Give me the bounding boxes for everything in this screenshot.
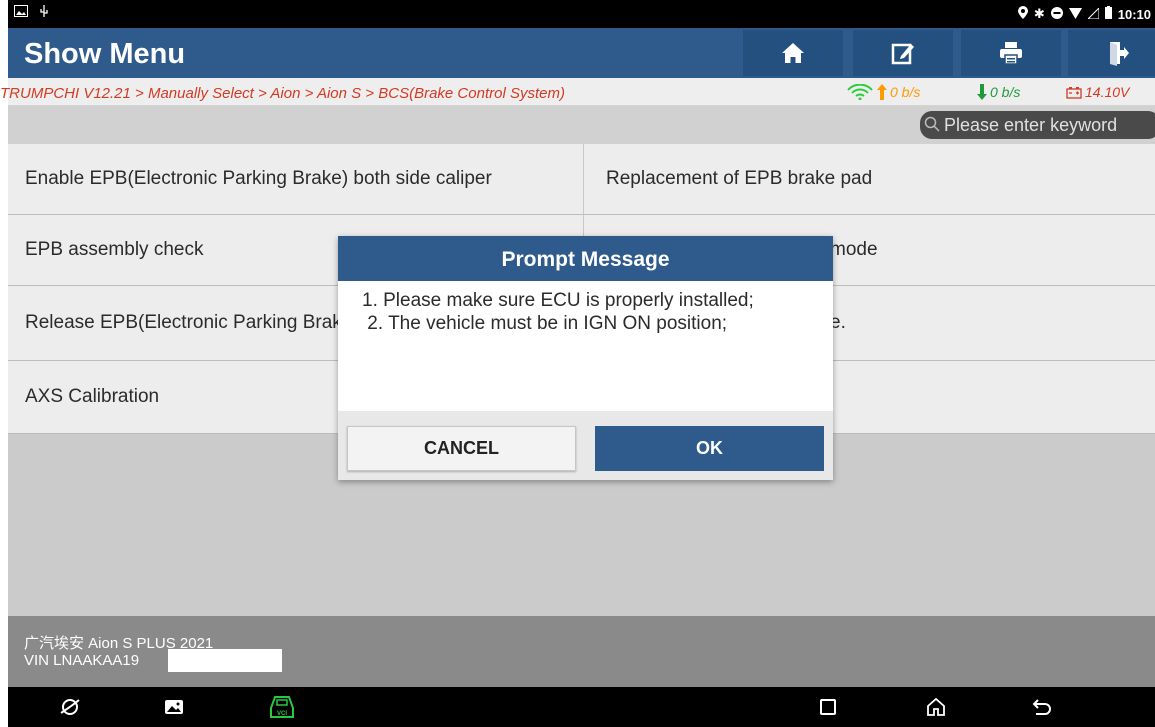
search-icon — [924, 116, 940, 132]
message-line-2: 2. The vehicle must be in IGN ON positio… — [362, 313, 728, 334]
upload-arrow-icon — [877, 84, 887, 100]
cell-signal-icon — [1086, 6, 1100, 22]
bluetooth-icon: ✱ — [1033, 6, 1045, 21]
search-row: Please enter keyword — [8, 106, 1155, 144]
page-title: Show Menu — [24, 38, 186, 70]
download-rate: 0 b/s — [977, 84, 1020, 100]
vehicle-vin: VIN LNAAKAA19 — [24, 652, 140, 669]
square-icon — [820, 699, 836, 715]
home-button[interactable] — [743, 30, 843, 76]
recents-button[interactable] — [816, 696, 840, 718]
report-button[interactable] — [853, 30, 953, 76]
prompt-dialog: Prompt Message 1. Please make sure ECU i… — [338, 236, 833, 480]
battery-icon — [1104, 6, 1112, 22]
exit-icon — [1110, 42, 1129, 66]
image-icon — [165, 700, 183, 714]
dnd-icon — [1050, 6, 1063, 22]
usb-notification-icon — [38, 5, 50, 21]
dialog-title: Prompt Message — [338, 236, 833, 281]
download-arrow-icon — [977, 84, 987, 100]
app-header: Show Menu — [8, 28, 1155, 78]
vehicle-info-footer: 广汽埃安 Aion S PLUS 2021 VIN LNAAKAA19 — [8, 616, 1155, 687]
home-icon — [782, 43, 804, 63]
gallery-notification-icon — [14, 5, 28, 21]
breadcrumb: TRUMPCHI V12.21 > Manually Select > Aion… — [0, 85, 565, 102]
home-outline-icon — [927, 697, 945, 716]
home-nav-button[interactable] — [924, 696, 948, 718]
vin-redaction — [168, 649, 282, 672]
upload-rate: 0 b/s — [846, 84, 920, 100]
search-placeholder: Please enter keyword — [944, 115, 1118, 135]
menu-item-enable-epb[interactable]: Enable EPB(Electronic Parking Brake) bot… — [8, 144, 584, 215]
gallery-shortcut[interactable] — [162, 696, 186, 718]
ok-button[interactable]: OK — [595, 426, 824, 471]
message-line-1: 1. Please make sure ECU is properly inst… — [362, 290, 754, 311]
vci-shortcut[interactable]: VCI — [270, 696, 294, 718]
car-battery-icon — [1066, 86, 1082, 99]
dialog-message: 1. Please make sure ECU is properly inst… — [338, 281, 833, 411]
vci-connector-icon: VCI — [270, 696, 294, 718]
clock: 10:10 — [1117, 6, 1151, 22]
status-bar: ✱ 10:10 — [8, 0, 1155, 28]
back-button[interactable] — [1030, 696, 1054, 718]
wifi-icon — [847, 84, 873, 100]
svg-text:VCI: VCI — [277, 711, 287, 717]
search-input[interactable]: Please enter keyword — [920, 111, 1155, 139]
planet-browser-icon — [60, 699, 80, 715]
system-nav-bar: VCI — [8, 687, 1155, 727]
menu-item-replace-brake-pad[interactable]: Replacement of EPB brake pad — [584, 144, 1155, 215]
back-arrow-icon — [1032, 699, 1051, 715]
edit-report-icon — [891, 43, 914, 65]
browser-shortcut[interactable] — [58, 696, 82, 718]
wifi-signal-icon — [1068, 7, 1082, 22]
battery-voltage: 14.10V — [1066, 84, 1129, 100]
printer-icon — [1000, 42, 1022, 65]
location-icon — [1017, 6, 1028, 22]
screen-edge — [0, 0, 8, 727]
breadcrumb-bar: TRUMPCHI V12.21 > Manually Select > Aion… — [0, 78, 1155, 106]
cancel-button[interactable]: CANCEL — [347, 426, 576, 471]
exit-button[interactable] — [1068, 30, 1155, 76]
print-button[interactable] — [961, 30, 1061, 76]
